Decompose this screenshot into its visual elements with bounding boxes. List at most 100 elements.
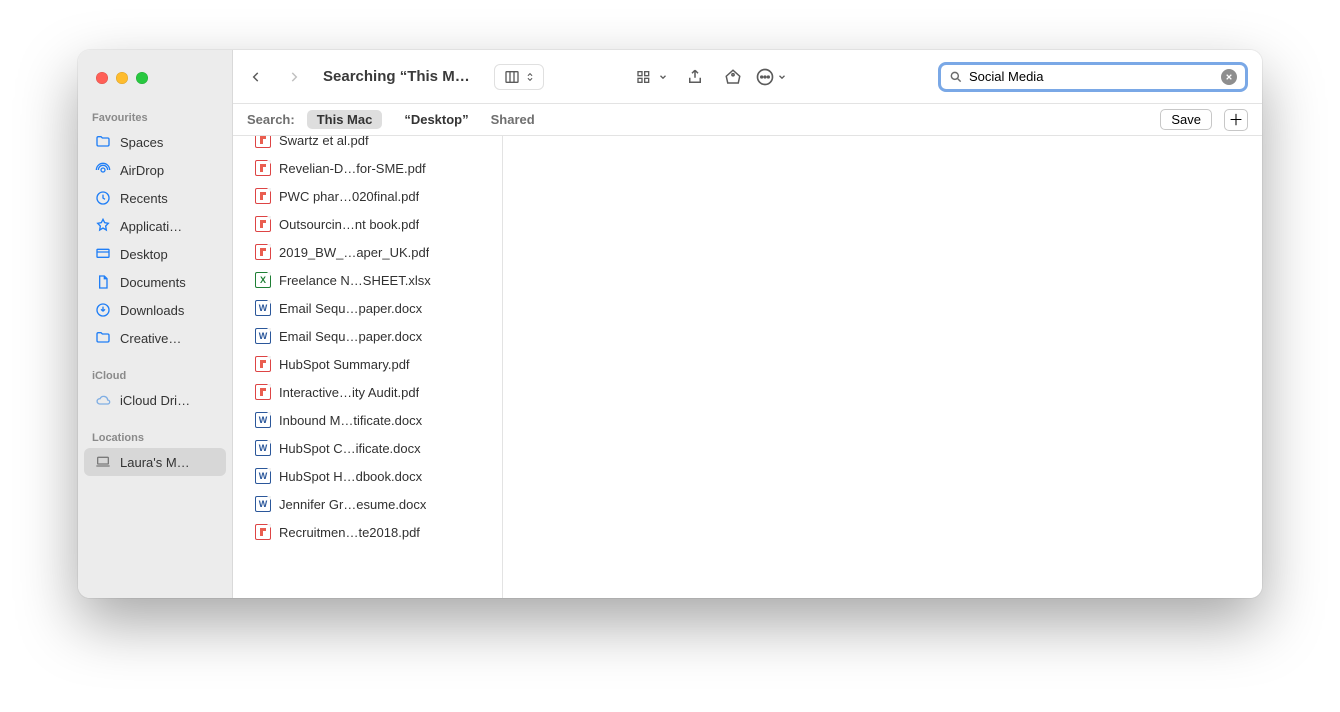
sidebar-item-label: Desktop: [120, 247, 168, 262]
window-title: Searching “This M…: [315, 68, 472, 85]
sidebar-item-documents[interactable]: Documents: [84, 268, 226, 296]
folder-icon: [94, 134, 112, 150]
pdf-file-icon: [255, 356, 271, 372]
file-name: Interactive…ity Audit.pdf: [279, 385, 419, 400]
sidebar-item-label: Spaces: [120, 135, 163, 150]
results-list[interactable]: Swartz et al.pdf Revelian-D…for-SME.pdf PW…: [233, 136, 503, 598]
sidebar-item-icloud-drive[interactable]: iCloud Dri…: [84, 386, 226, 414]
file-row[interactable]: Jennifer Gr…esume.docx: [233, 490, 502, 518]
download-icon: [94, 302, 112, 318]
sidebar-item-recents[interactable]: Recents: [84, 184, 226, 212]
sidebar-item-spaces[interactable]: Spaces: [84, 128, 226, 156]
file-name: HubSpot H…dbook.docx: [279, 469, 422, 484]
sidebar-item-creative[interactable]: Creative…: [84, 324, 226, 352]
sidebar-item-downloads[interactable]: Downloads: [84, 296, 226, 324]
document-icon: [94, 274, 112, 290]
pdf-file-icon: [255, 216, 271, 232]
docx-file-icon: [255, 328, 271, 344]
file-row[interactable]: Email Sequ…paper.docx: [233, 294, 502, 322]
file-name: Inbound M…tificate.docx: [279, 413, 422, 428]
docx-file-icon: [255, 412, 271, 428]
sidebar-item-label: Creative…: [120, 331, 181, 346]
laptop-icon: [94, 454, 112, 470]
chevron-down-icon: [658, 72, 668, 82]
search-input[interactable]: [969, 69, 1215, 84]
file-name: HubSpot Summary.pdf: [279, 357, 410, 372]
sidebar-section-header: Locations: [78, 424, 232, 448]
search-icon: [949, 70, 963, 84]
file-name: 2019_BW_…aper_UK.pdf: [279, 245, 429, 260]
forward-button[interactable]: [277, 61, 311, 93]
docx-file-icon: [255, 300, 271, 316]
sidebar-item-airdrop[interactable]: AirDrop: [84, 156, 226, 184]
save-search-button[interactable]: Save: [1160, 109, 1212, 130]
sidebar-item-label: Laura's M…: [120, 455, 190, 470]
sidebar-item-this-mac[interactable]: Laura's M…: [84, 448, 226, 476]
sidebar-item-label: iCloud Dri…: [120, 393, 190, 408]
file-row[interactable]: Revelian-D…for-SME.pdf: [233, 154, 502, 182]
docx-file-icon: [255, 440, 271, 456]
pdf-file-icon: [255, 244, 271, 260]
sidebar-section-header: Favourites: [78, 104, 232, 128]
group-button[interactable]: [628, 65, 674, 89]
clock-icon: [94, 190, 112, 206]
minimize-window-button[interactable]: [116, 72, 128, 84]
sidebar-item-label: Recents: [120, 191, 168, 206]
sidebar-item-applications[interactable]: Applicati…: [84, 212, 226, 240]
file-row[interactable]: Interactive…ity Audit.pdf: [233, 378, 502, 406]
chevron-down-icon: [777, 72, 787, 82]
cloud-icon: [94, 392, 112, 408]
pdf-file-icon: [255, 160, 271, 176]
file-row[interactable]: Inbound M…tificate.docx: [233, 406, 502, 434]
close-window-button[interactable]: [96, 72, 108, 84]
add-rule-button[interactable]: ＋: [1224, 109, 1248, 131]
file-row[interactable]: HubSpot H…dbook.docx: [233, 462, 502, 490]
folder-icon: [94, 330, 112, 346]
pdf-file-icon: [255, 384, 271, 400]
view-mode-button[interactable]: [494, 64, 544, 90]
file-row[interactable]: Freelance N…SHEET.xlsx: [233, 266, 502, 294]
back-button[interactable]: [239, 61, 273, 93]
file-row[interactable]: Email Sequ…paper.docx: [233, 322, 502, 350]
zoom-window-button[interactable]: [136, 72, 148, 84]
results-preview: [503, 136, 1262, 598]
sidebar-item-label: Documents: [120, 275, 186, 290]
file-row[interactable]: Recruitmen…te2018.pdf: [233, 518, 502, 546]
sidebar: Favourites Spaces AirDrop Recents Applic…: [78, 50, 233, 598]
search-field[interactable]: [938, 62, 1248, 92]
file-row[interactable]: PWC phar…020final.pdf: [233, 182, 502, 210]
sidebar-item-label: AirDrop: [120, 163, 164, 178]
file-name: Freelance N…SHEET.xlsx: [279, 273, 431, 288]
search-scope-bar: Search: This Mac “Desktop” Shared Save ＋: [233, 104, 1262, 136]
sidebar-item-label: Downloads: [120, 303, 184, 318]
file-name: Email Sequ…paper.docx: [279, 301, 422, 316]
scope-option-shared[interactable]: Shared: [491, 112, 535, 127]
file-name: PWC phar…020final.pdf: [279, 189, 419, 204]
sidebar-item-label: Applicati…: [120, 219, 182, 234]
tags-button[interactable]: [716, 61, 750, 93]
file-name: Recruitmen…te2018.pdf: [279, 525, 420, 540]
file-row[interactable]: Outsourcin…nt book.pdf: [233, 210, 502, 238]
clear-search-button[interactable]: [1221, 69, 1237, 85]
sidebar-item-desktop[interactable]: Desktop: [84, 240, 226, 268]
file-row[interactable]: Swartz et al.pdf: [233, 136, 502, 154]
file-row[interactable]: 2019_BW_…aper_UK.pdf: [233, 238, 502, 266]
file-name: Outsourcin…nt book.pdf: [279, 217, 419, 232]
window-controls: [78, 68, 232, 104]
scope-label: Search:: [247, 112, 295, 127]
toolbar: Searching “This M…: [233, 50, 1262, 104]
search-results: Swartz et al.pdf Revelian-D…for-SME.pdf PW…: [233, 136, 1262, 598]
pdf-file-icon: [255, 188, 271, 204]
scope-option-this-mac[interactable]: This Mac: [307, 110, 383, 129]
file-row[interactable]: HubSpot C…ificate.docx: [233, 434, 502, 462]
file-name: Swartz et al.pdf: [279, 136, 369, 148]
more-button[interactable]: [754, 61, 788, 93]
main-area: Searching “This M…: [233, 50, 1262, 598]
file-row[interactable]: HubSpot Summary.pdf: [233, 350, 502, 378]
finder-window: Favourites Spaces AirDrop Recents Applic…: [78, 50, 1262, 598]
scope-option-desktop[interactable]: “Desktop”: [394, 110, 478, 129]
airdrop-icon: [94, 162, 112, 178]
share-button[interactable]: [678, 61, 712, 93]
pdf-file-icon: [255, 524, 271, 540]
xlsx-file-icon: [255, 272, 271, 288]
